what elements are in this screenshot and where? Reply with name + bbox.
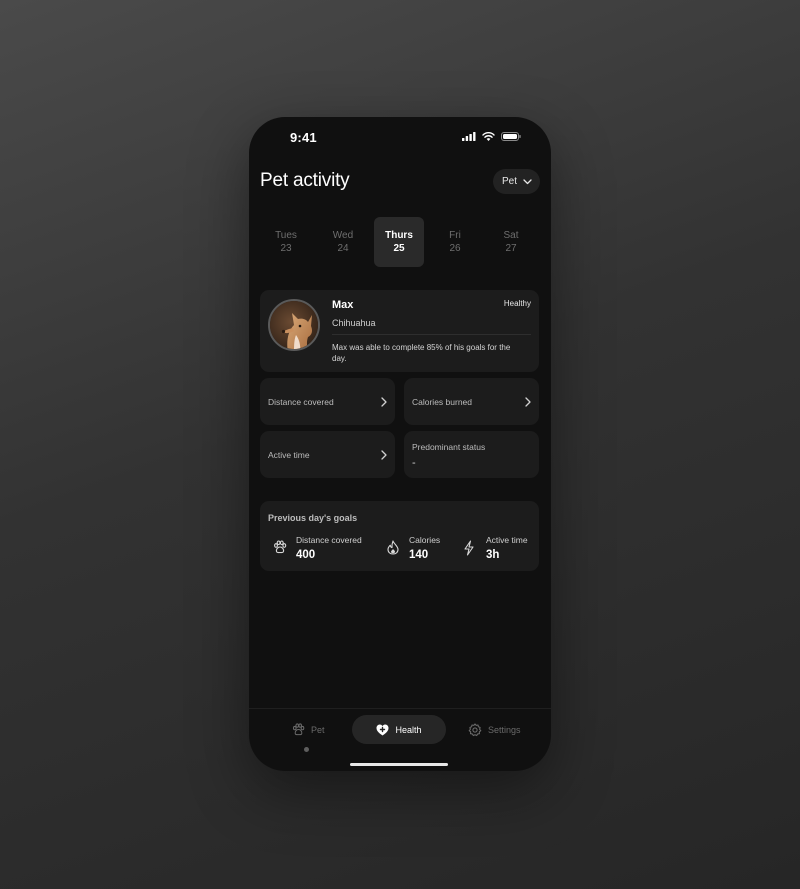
goal-label: Distance covered — [296, 535, 362, 545]
paw-icon — [274, 540, 287, 554]
chevron-right-icon — [381, 396, 387, 407]
paw-icon — [292, 723, 305, 736]
nav-pet-label: Pet — [311, 724, 325, 735]
day-name: Tues — [275, 230, 297, 241]
battery-icon — [501, 132, 521, 141]
metric-label: Calories burned — [412, 396, 473, 407]
day-sat[interactable]: Sat 27 — [486, 217, 536, 267]
day-number: 25 — [393, 243, 405, 254]
gear-icon — [468, 722, 482, 736]
day-name: Thurs — [385, 230, 413, 241]
chevron-right-icon — [525, 396, 531, 407]
page-title: Pet activity — [260, 170, 350, 191]
day-thurs[interactable]: Thurs 25 — [374, 217, 424, 267]
signal-icon — [462, 132, 476, 141]
goals-title: Previous day's goals — [268, 513, 358, 523]
phone-frame: 9:41 Pet activity Pet Tues 23 Wed 24 Thu… — [249, 117, 551, 771]
goal-value: 140 — [409, 549, 429, 561]
nav-health[interactable]: Health — [352, 715, 446, 744]
day-fri[interactable]: Fri 26 — [430, 217, 480, 267]
nav-pet[interactable]: Pet — [292, 715, 325, 744]
bottom-navigation: Pet Health Settings — [249, 708, 551, 771]
pet-name: Max — [332, 299, 354, 311]
status-bar: 9:41 — [249, 117, 551, 161]
day-name: Wed — [332, 230, 354, 241]
header: Pet activity Pet — [260, 169, 540, 199]
calories-burned-card[interactable]: Calories burned — [404, 378, 539, 425]
goal-value: 400 — [296, 549, 316, 561]
day-selector: Tues 23 Wed 24 Thurs 25 Fri 26 Sat 27 — [260, 217, 540, 267]
day-number: 24 — [337, 243, 349, 254]
day-tues[interactable]: Tues 23 — [261, 217, 311, 267]
goal-calories: Calories 140 — [386, 535, 446, 565]
pet-profile-card[interactable]: Max Chihuahua Healthy Max was able to co… — [260, 290, 539, 372]
goal-label: Active time — [486, 535, 528, 545]
metric-label: Active time — [268, 449, 310, 460]
active-time-card[interactable]: Active time — [260, 431, 395, 478]
goal-summary-text: Max was able to complete 85% of his goal… — [332, 343, 511, 363]
chevron-right-icon — [381, 449, 387, 460]
predominant-status-card: Predominant status - — [404, 431, 539, 478]
day-name: Sat — [503, 230, 519, 241]
pet-selector-label: Pet — [502, 176, 518, 187]
metric-label: Distance covered — [268, 396, 334, 407]
status-time: 9:41 — [290, 130, 317, 145]
heart-plus-icon — [376, 724, 389, 735]
previous-goals-card: Previous day's goals Distance covered 40… — [260, 501, 539, 571]
goal-distance: Distance covered 400 — [273, 535, 373, 565]
day-wed[interactable]: Wed 24 — [318, 217, 368, 267]
metric-label: Predominant status — [412, 442, 486, 452]
nav-settings[interactable]: Settings — [468, 715, 521, 744]
pet-avatar — [268, 299, 320, 351]
home-indicator[interactable] — [350, 763, 448, 766]
wifi-icon — [482, 132, 495, 141]
health-status-badge: Healthy — [503, 299, 531, 308]
goal-value: 3h — [486, 549, 500, 561]
goal-label: Calories — [409, 535, 441, 545]
dog-photo — [270, 301, 318, 349]
day-number: 23 — [280, 243, 292, 254]
chevron-down-icon — [523, 178, 532, 184]
flame-icon — [387, 540, 399, 555]
status-icons — [462, 132, 521, 141]
nav-health-label: Health — [395, 724, 422, 735]
pet-selector-dropdown[interactable]: Pet — [493, 169, 540, 194]
pet-breed: Chihuahua — [332, 318, 376, 328]
day-name: Fri — [449, 230, 461, 241]
lightning-icon — [464, 540, 474, 556]
day-number: 27 — [505, 243, 517, 254]
nav-settings-label: Settings — [488, 724, 521, 735]
divider — [332, 334, 531, 335]
page-indicator-dot — [304, 747, 309, 752]
day-number: 26 — [449, 243, 461, 254]
goal-active-time: Active time 3h — [463, 535, 535, 565]
predominant-status-value: - — [412, 457, 416, 469]
distance-covered-card[interactable]: Distance covered — [260, 378, 395, 425]
